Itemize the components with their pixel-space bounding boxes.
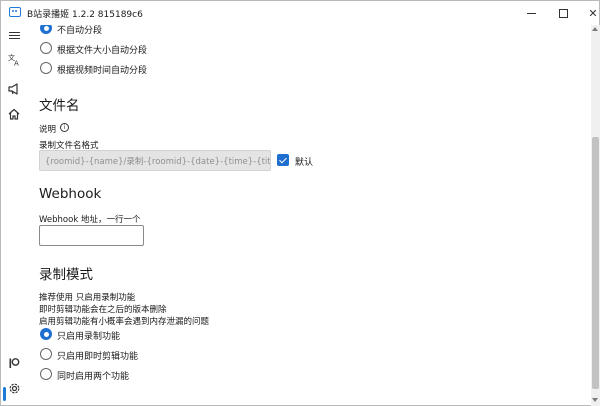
webhook-section-title: Webhook (39, 186, 102, 202)
scroll-up-arrow-icon[interactable] (592, 27, 598, 31)
window-title: B站录播姬 1.2.2 815189c6 (27, 10, 143, 20)
minimize-icon (526, 12, 536, 14)
maximize-icon (558, 8, 568, 18)
record-mode-note: 即时剪辑功能会在之后的版本删除 (39, 305, 167, 315)
record-mode-section-title: 录制模式 (39, 267, 93, 283)
radio-button[interactable] (40, 328, 52, 340)
radio-label: 根据视频时间自动分段 (57, 66, 148, 76)
settings-content: 不自动分段 根据文件大小自动分段 根据视频时间自动分段 文件名 说明 i 录制文… (27, 25, 591, 405)
announcement-icon[interactable] (6, 81, 22, 97)
vertical-scrollbar[interactable] (591, 25, 600, 406)
svg-text:A: A (14, 59, 19, 66)
default-checkbox[interactable] (277, 154, 289, 166)
radio-button[interactable] (40, 62, 52, 74)
record-mode-note: 启用剪辑功能有小概率会遇到内存泄漏的问题 (39, 317, 210, 327)
radio-button[interactable] (40, 25, 52, 34)
sidebar: 文 A (1, 25, 27, 405)
close-icon: ✕ (588, 6, 598, 20)
radio-label: 根据文件大小自动分段 (57, 46, 148, 56)
patreon-icon[interactable] (6, 355, 22, 371)
webhook-field-label: Webhook 地址，一行一个 (39, 215, 141, 225)
description-label: 说明 (39, 125, 57, 135)
scroll-down-arrow-icon[interactable] (592, 398, 598, 402)
hamburger-menu-icon[interactable] (6, 27, 22, 43)
settings-gear-icon[interactable] (6, 380, 22, 396)
radio-label: 只启用即时剪辑功能 (57, 352, 139, 362)
scrollbar-thumb[interactable] (592, 137, 599, 389)
radio-button[interactable] (40, 42, 52, 54)
radio-button[interactable] (40, 348, 52, 360)
home-icon[interactable] (6, 106, 22, 122)
webhook-input[interactable] (39, 225, 144, 246)
radio-button[interactable] (40, 368, 52, 380)
translate-icon[interactable]: 文 A (6, 51, 22, 67)
default-checkbox-label: 默认 (295, 158, 314, 168)
radio-label: 只启用录制功能 (57, 332, 121, 342)
title-bar: B站录播姬 1.2.2 815189c6 ✕ (1, 1, 599, 25)
filename-section-title: 文件名 (39, 98, 80, 114)
filename-format-input[interactable]: {roomid}-{name}/录制-{roomid}-{date}-{time… (39, 150, 271, 171)
info-icon[interactable]: i (60, 123, 69, 132)
app-logo-icon (9, 7, 21, 17)
app-window: B站录播姬 1.2.2 815189c6 ✕ 文 A 不自动分段 根据文件大小自… (0, 0, 600, 406)
radio-label: 同时启用两个功能 (57, 372, 130, 382)
radio-label: 不自动分段 (57, 26, 103, 36)
record-mode-note: 推荐使用 只启用录制功能 (39, 293, 136, 303)
close-button[interactable]: ✕ (571, 1, 600, 25)
